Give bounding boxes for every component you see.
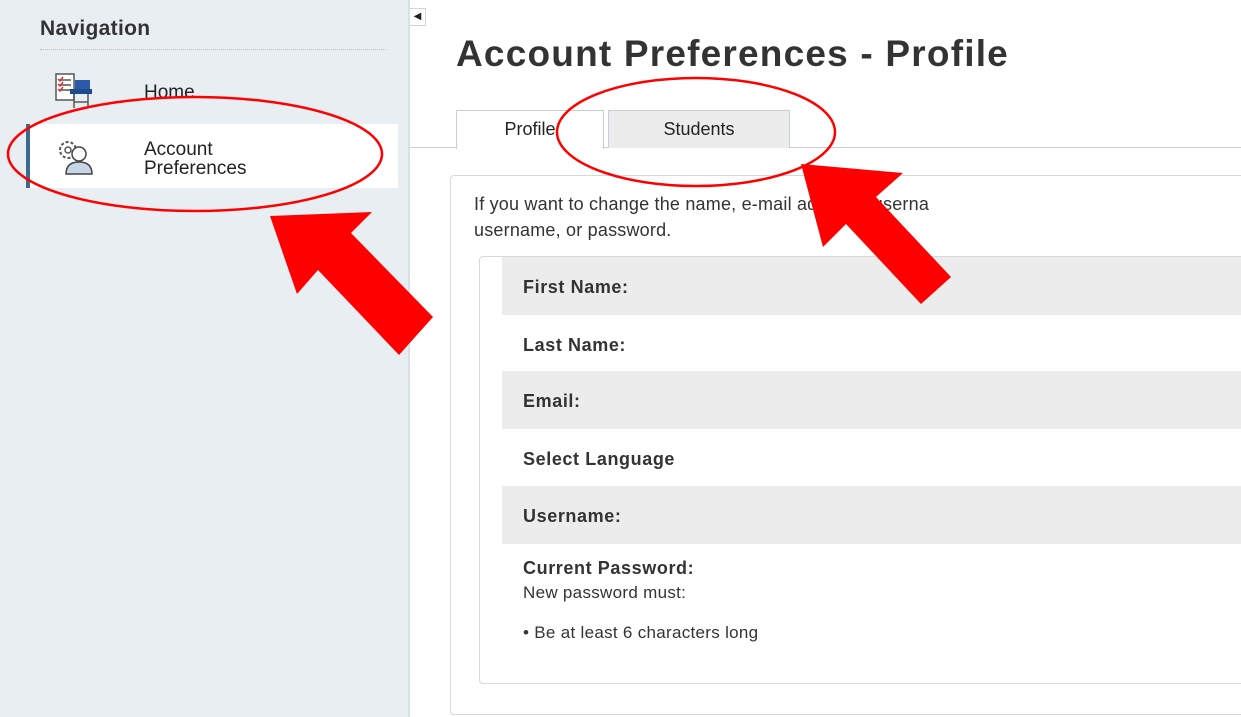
password-section: Current Password: New password must: • B… — [523, 558, 1223, 643]
username-label: Username: — [523, 506, 622, 526]
last-name-label: Last Name: — [523, 335, 627, 355]
collapse-sidebar-button[interactable]: ◀ — [410, 8, 426, 26]
sidebar-item-label: Account Preferences — [144, 140, 344, 178]
sidebar-item-label-line1: Account — [144, 139, 213, 160]
language-row: Select Language — [502, 429, 1241, 487]
nav-title: Navigation — [40, 17, 151, 40]
email-row: Email: — [502, 371, 1241, 429]
intro-text-line2: username, or password. — [474, 220, 672, 240]
password-rule: • Be at least 6 characters long — [523, 623, 759, 642]
first-name-row: First Name: — [502, 257, 1241, 315]
username-row: Username: — [502, 486, 1241, 544]
sidebar-item-label-line2: Preferences — [144, 158, 247, 179]
email-label: Email: — [523, 391, 581, 411]
checklist-board-icon — [55, 73, 92, 108]
current-password-label: Current Password: — [523, 558, 695, 578]
intro-text-line1: If you want to change the name, e-mail a… — [474, 194, 930, 214]
language-label: Select Language — [523, 449, 676, 469]
sidebar-item-account-preferences[interactable]: Account Preferences — [26, 124, 398, 188]
last-name-row: Last Name: — [502, 315, 1241, 373]
password-hint: New password must: — [523, 583, 687, 602]
page-title: Account Preferences - Profile — [456, 33, 1009, 74]
sidebar: Navigation Home Account Preferences — [0, 0, 410, 717]
tab-profile[interactable]: Profile — [456, 110, 604, 149]
tab-students[interactable]: Students — [608, 110, 790, 148]
gear-user-icon — [59, 141, 93, 175]
nav-divider — [40, 49, 386, 50]
sidebar-divider — [408, 0, 410, 717]
sidebar-item-label: Home — [144, 82, 195, 103]
sidebar-item-home[interactable]: Home — [26, 60, 398, 124]
intro-text: If you want to change the name, e-mail a… — [474, 191, 1241, 243]
first-name-label: First Name: — [523, 277, 629, 297]
